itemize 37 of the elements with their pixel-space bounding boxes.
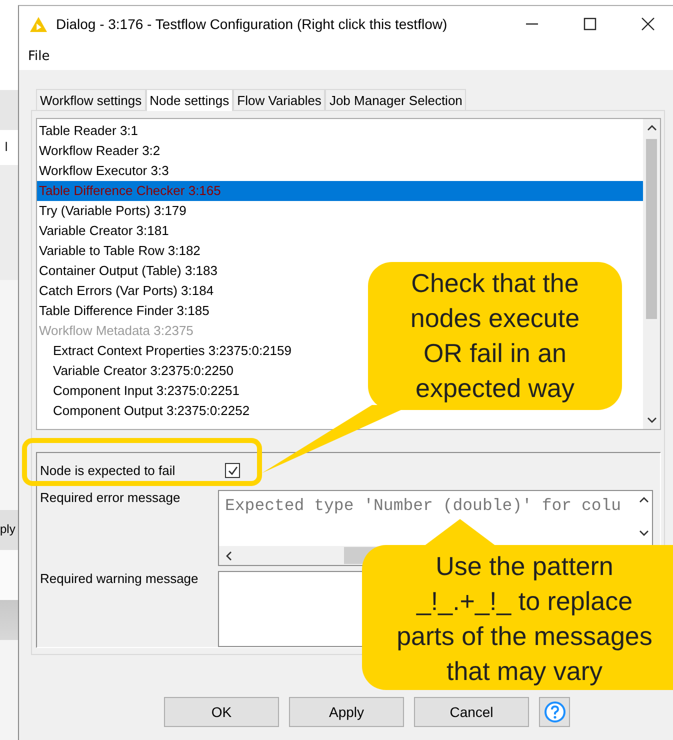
window-title: Dialog - 3:176 - Testflow Configuration (Right click this testflow) (56, 16, 448, 32)
list-item[interactable]: Try (Variable Ports) 3:179 (37, 201, 190, 221)
scroll-left-icon[interactable] (226, 550, 232, 560)
help-button[interactable] (539, 697, 570, 727)
background-button[interactable]: ply (0, 522, 18, 536)
scroll-down-icon[interactable] (646, 417, 656, 423)
triangle-icon (29, 16, 48, 32)
maximize-icon[interactable] (583, 17, 597, 31)
scroll-up-icon[interactable] (638, 497, 648, 503)
close-icon[interactable] (641, 17, 655, 31)
scrollbar[interactable] (643, 119, 660, 429)
checkbox-label: Node is expected to fail (40, 463, 176, 478)
dialog-button[interactable]: Cancel (414, 697, 529, 727)
menu-item[interactable]: File (28, 48, 50, 64)
list-item[interactable]: Variable to Table Row 3:182 (37, 241, 204, 261)
list-item[interactable]: Container Output (Table) 3:183 (37, 261, 222, 281)
tab[interactable]: Job Manager Selection (325, 89, 466, 110)
list-item[interactable]: Table Reader 3:1 (37, 121, 142, 141)
list-item[interactable]: Workflow Executor 3:3 (37, 161, 173, 181)
scroll-down-icon[interactable] (638, 530, 648, 536)
field-label: Required error message (40, 490, 182, 507)
tab[interactable]: Flow Variables (233, 89, 326, 110)
dialog-button[interactable]: OK (164, 697, 279, 727)
dialog-button[interactable]: Apply (289, 697, 404, 727)
callout-tooltip: Check that the nodes execute OR fail in an expected way (368, 262, 622, 410)
list-item[interactable]: Table Difference Finder 3:185 (37, 301, 214, 321)
list-item[interactable]: Variable Creator 3:181 (37, 221, 173, 241)
list-item[interactable]: Workflow Reader 3:2 (37, 141, 164, 161)
scroll-thumb[interactable] (646, 139, 657, 319)
tab[interactable]: Node settings (146, 89, 234, 111)
scroll-up-icon[interactable] (646, 125, 656, 131)
field-label: Required warning message (40, 571, 200, 588)
tab[interactable]: Workflow settings (36, 89, 146, 110)
list-item[interactable]: Catch Errors (Var Ports) 3:184 (37, 281, 218, 301)
field-value: Expected type 'Number (double)' for colu (225, 497, 622, 515)
checkbox[interactable] (225, 463, 240, 478)
background-label: l (4, 140, 9, 154)
